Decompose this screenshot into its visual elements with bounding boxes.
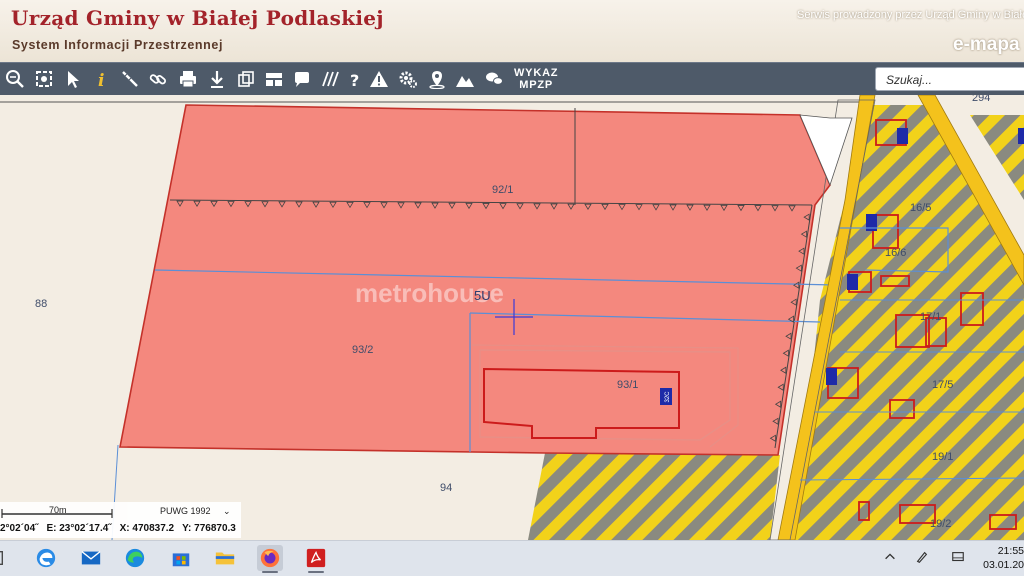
zoom-icon[interactable] [4, 68, 26, 90]
mpzp-label: MPZP [519, 79, 554, 91]
layout-icon[interactable] [263, 68, 285, 90]
pdf-icon[interactable] [303, 545, 329, 571]
svg-text:?: ? [350, 71, 359, 89]
chat-icon[interactable] [483, 68, 505, 90]
print-icon[interactable] [177, 68, 199, 90]
parcel-label-17-1: 17/1 [920, 311, 941, 323]
firefox-icon[interactable] [257, 545, 283, 571]
parcel-label-19-2: 19/2 [930, 518, 951, 530]
wykaz-mpzp-button[interactable]: WYKAZ MPZP [514, 67, 558, 91]
parcel-label-294: 294 [972, 95, 990, 104]
info-icon[interactable]: i [90, 68, 112, 90]
settings-icon[interactable] [397, 68, 419, 90]
parcel-label-16-5: 16/5 [910, 202, 931, 214]
brand-logo: e-mapa [953, 34, 1020, 55]
location-icon[interactable] [426, 68, 448, 90]
clock-time: 21:55 [997, 545, 1024, 557]
map-svg[interactable]: 32C metrohouse 88 92/1 93/2 93/1 94 5U 2… [0, 95, 1024, 540]
parcel-label-94: 94 [440, 482, 452, 494]
x-readout: X: 470837.2 [119, 523, 175, 534]
app-header: Urząd Gminy w Białej Podlaskiej System I… [0, 0, 1024, 62]
building-tag-32c: 32C [665, 391, 671, 403]
comment-icon[interactable] [291, 68, 313, 90]
scale-label: 70m [49, 505, 67, 515]
y-readout: Y: 776870.3 [182, 523, 236, 534]
service-note: Serwis prowadzony przez Urząd Gminy w Bi… [797, 9, 1024, 21]
terrain-icon[interactable] [454, 68, 476, 90]
warning-icon[interactable] [368, 68, 390, 90]
parcel-label-92-1: 92/1 [492, 184, 513, 196]
zoom-extent-icon[interactable] [33, 68, 55, 90]
clock-date: 03.01.20 [983, 559, 1024, 571]
map-toolbar: i ? WYKAZ MPZP Szukaj... [0, 62, 1024, 97]
pointer-icon[interactable] [62, 68, 84, 90]
measure-icon[interactable] [119, 68, 141, 90]
pen-icon[interactable] [914, 549, 930, 565]
map-canvas[interactable]: 32C metrohouse 88 92/1 93/2 93/1 94 5U 2… [0, 95, 1024, 540]
page-subtitle: System Informacji Przestrzennej [12, 38, 224, 52]
search-input[interactable]: Szukaj... [875, 67, 1024, 91]
store-icon[interactable] [168, 545, 194, 571]
parcel-label-93-2: 93/2 [352, 344, 373, 356]
pdf-active-indicator [308, 571, 324, 573]
projection-select[interactable]: PUWG 1992 ⌄ [160, 506, 231, 517]
windows-taskbar [0, 540, 1024, 576]
chevron-down-icon: ⌄ [223, 506, 231, 516]
parcel-label-19-1: 19/1 [932, 451, 953, 463]
lon-readout: E: 23°02´17.4˝ [46, 523, 112, 534]
coordinate-readout: 2°02´04˝ E: 23°02´17.4˝ X: 470837.2 Y: 7768… [0, 523, 244, 534]
system-clock[interactable]: 21:55 03.01.20 [978, 544, 1024, 572]
mail-icon[interactable] [78, 545, 104, 571]
hatched-zone-south [528, 453, 780, 540]
page-title: Urząd Gminy w Białej Podlaskiej [11, 6, 384, 30]
wykaz-label: WYKAZ [514, 67, 559, 79]
projection-label: PUWG 1992 [160, 506, 211, 516]
chevron-up-icon[interactable] [882, 549, 898, 565]
start-icon[interactable] [0, 545, 18, 571]
zone-label-5u: 5U [474, 288, 491, 303]
parcel-label-88: 88 [35, 298, 47, 310]
display-icon[interactable] [950, 549, 966, 565]
hatch-icon[interactable] [319, 68, 341, 90]
lat-readout: 2°02´04˝ [0, 523, 39, 534]
firefox-active-indicator [262, 571, 278, 573]
parcel-label-93-1: 93/1 [617, 379, 638, 391]
parcel-label-16-6: 16/6 [885, 247, 906, 259]
layers-icon[interactable] [235, 68, 257, 90]
edge-icon[interactable] [122, 545, 148, 571]
svg-text:i: i [98, 71, 104, 89]
help-icon[interactable]: ? [344, 68, 366, 90]
download-icon[interactable] [206, 68, 228, 90]
file-explorer-icon[interactable] [212, 545, 238, 571]
parcel-label-17-5: 17/5 [932, 379, 953, 391]
link-icon[interactable] [147, 68, 169, 90]
edge-legacy-icon[interactable] [33, 545, 59, 571]
